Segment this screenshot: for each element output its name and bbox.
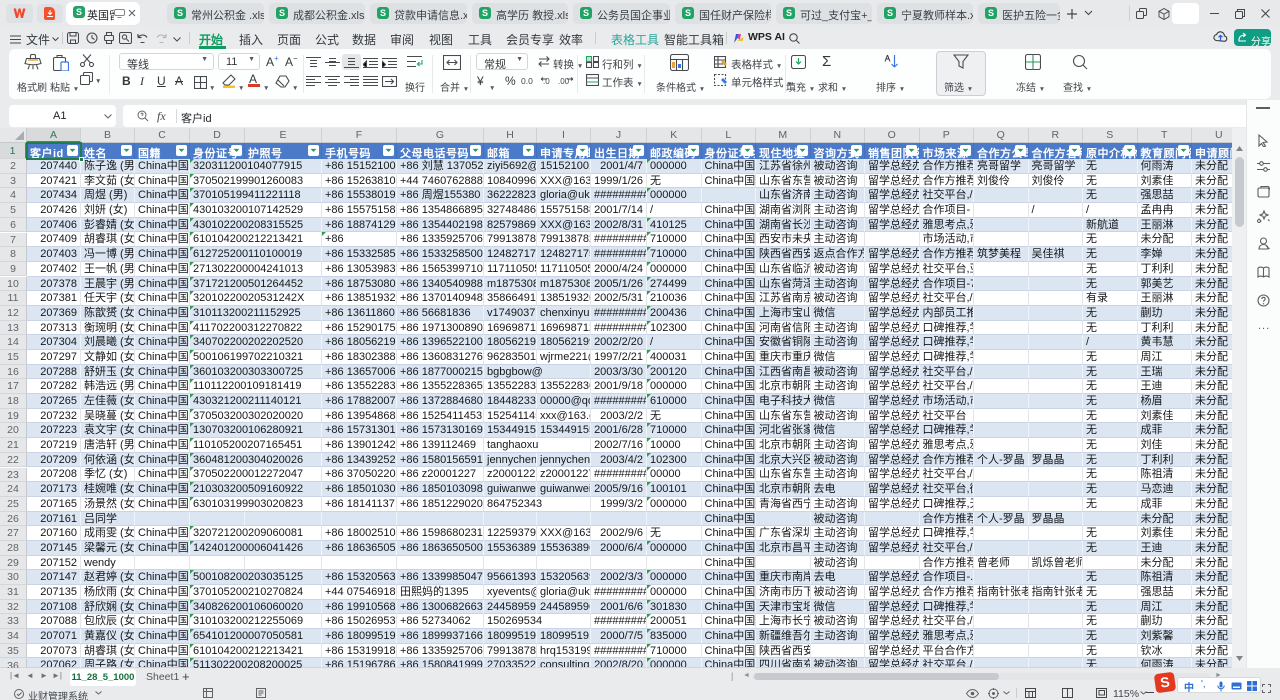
svg-text:.00: .00 <box>558 77 570 86</box>
svg-text:.0: .0 <box>543 77 550 86</box>
